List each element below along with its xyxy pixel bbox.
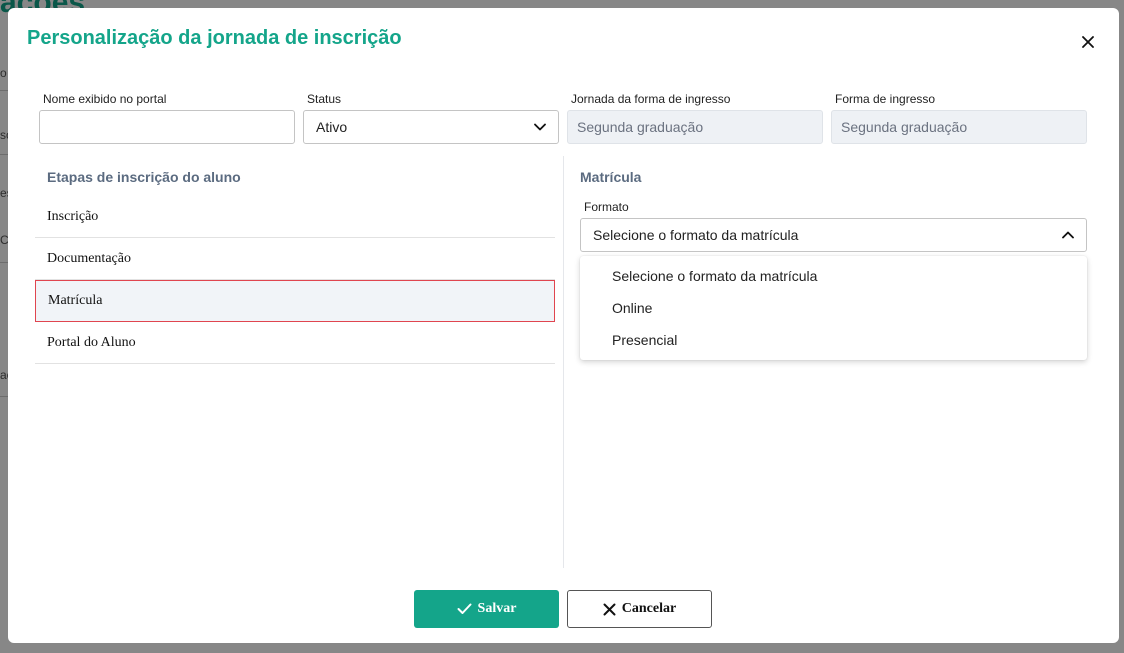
x-icon [603, 603, 616, 615]
save-button[interactable]: Salvar [414, 590, 559, 628]
formato-option-placeholder[interactable]: Selecione o formato da matrícula [580, 260, 1087, 292]
jornada-value: Segunda graduação [577, 119, 704, 135]
forma-field: Segunda graduação [831, 110, 1087, 144]
step-matricula[interactable]: Matrícula [35, 280, 555, 322]
check-icon [457, 603, 472, 614]
close-icon [1082, 36, 1094, 48]
nome-input[interactable] [39, 110, 295, 144]
step-documentacao[interactable]: Documentação [35, 238, 555, 280]
steps-section-title: Etapas de inscrição do aluno [47, 169, 241, 185]
chevron-up-icon [1062, 231, 1074, 239]
formato-select[interactable]: Selecione o formato da matrícula [580, 218, 1087, 252]
forma-value: Segunda graduação [841, 119, 968, 135]
column-divider [563, 156, 564, 568]
step-portal-do-aluno[interactable]: Portal do Aluno [35, 322, 555, 364]
step-label: Portal do Aluno [47, 334, 136, 350]
journey-customization-modal: Personalização da jornada de inscrição N… [8, 8, 1119, 643]
steps-list: Inscrição Documentação Matrícula Portal … [35, 196, 555, 364]
cancel-label: Cancelar [621, 601, 677, 616]
modal-title: Personalização da jornada de inscrição [27, 27, 402, 49]
formato-label: Formato [584, 200, 629, 214]
jornada-label: Jornada da forma de ingresso [571, 92, 731, 106]
detail-section-title: Matrícula [580, 169, 642, 185]
formato-value: Selecione o formato da matrícula [593, 227, 799, 243]
cancel-button[interactable]: Cancelar [567, 590, 712, 628]
formato-option-presencial[interactable]: Presencial [580, 324, 1087, 356]
close-button[interactable] [1078, 32, 1098, 52]
formato-option-online[interactable]: Online [580, 292, 1087, 324]
status-value: Ativo [316, 119, 348, 135]
status-select[interactable]: Ativo [303, 110, 559, 144]
nome-label: Nome exibido no portal [43, 92, 167, 106]
step-label: Documentação [47, 250, 131, 266]
step-inscricao[interactable]: Inscrição [35, 196, 555, 238]
formato-dropdown-menu: Selecione o formato da matrícula Online … [580, 256, 1087, 360]
step-label: Matrícula [48, 293, 103, 308]
save-label: Salvar [477, 601, 517, 616]
forma-label: Forma de ingresso [835, 92, 936, 106]
chevron-down-icon [534, 123, 546, 131]
jornada-field: Segunda graduação [567, 110, 823, 144]
step-label: Inscrição [47, 208, 99, 224]
status-label: Status [307, 92, 342, 106]
